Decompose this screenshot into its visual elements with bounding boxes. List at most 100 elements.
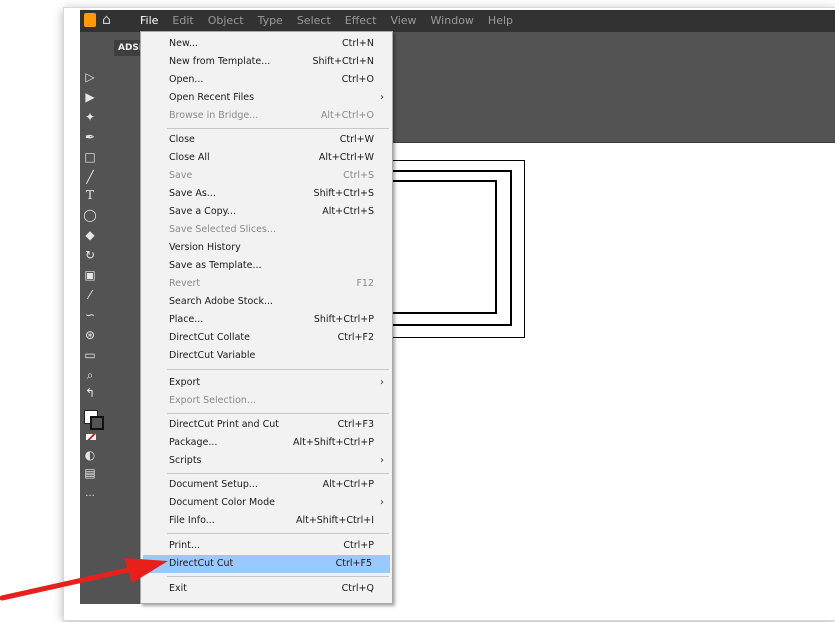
menu-item-search-adobe-stock[interactable]: Search Adobe Stock... [141, 293, 392, 311]
menu-item-scripts[interactable]: Scripts › [141, 452, 392, 470]
menu-item-label: DirectCut Cut [169, 558, 234, 569]
artboard-tool-icon[interactable]: ▭ [83, 348, 97, 362]
menu-item-label: Print... [169, 540, 200, 551]
menu-item-label: Browse in Bridge... [169, 110, 259, 121]
menu-item-label: Document Setup... [169, 479, 258, 490]
menu-item-label: New from Template... [169, 56, 271, 67]
menu-item-label: Open... [169, 74, 204, 85]
chevron-right-icon: › [380, 377, 384, 388]
menu-object[interactable]: Object [208, 14, 244, 27]
magic-wand-tool-icon[interactable]: ✦ [83, 110, 97, 124]
draw-mode-icon[interactable]: ◐ [83, 448, 97, 462]
menu-item-shortcut: Alt+Ctrl+W [318, 152, 374, 163]
menu-effect[interactable]: Effect [345, 14, 377, 27]
more-tools-icon[interactable]: ··· [83, 490, 97, 504]
menu-item-place[interactable]: Place... Shift+Ctrl+P [141, 311, 392, 329]
chevron-right-icon: › [380, 497, 384, 508]
menu-item-shortcut: Ctrl+F2 [337, 332, 374, 343]
rectangle-tool-icon[interactable]: □ [83, 150, 97, 164]
menu-separator [167, 473, 389, 474]
menu-item-shortcut: Ctrl+P [343, 540, 374, 551]
menu-item-label: New... [169, 38, 198, 49]
menu-separator [167, 369, 389, 370]
menu-item-label: Revert [169, 278, 201, 289]
menu-item-save-a-copy[interactable]: Save a Copy... Alt+Ctrl+S [141, 203, 392, 221]
symbol-sprayer-tool-icon[interactable]: ⊛ [83, 328, 97, 342]
none-color-icon[interactable] [86, 434, 96, 440]
file-menu: New... Ctrl+N New from Template... Shift… [140, 31, 393, 604]
menu-edit[interactable]: Edit [172, 14, 193, 27]
menu-item-label: Close [169, 134, 195, 145]
eyedropper-tool-icon[interactable]: ⁄ [83, 288, 97, 302]
shape-builder-tool-icon[interactable]: ▣ [83, 268, 97, 282]
rotate-tool-icon[interactable]: ↻ [83, 248, 97, 262]
menu-item-shortcut: Ctrl+F3 [337, 419, 374, 430]
menu-separator [167, 128, 389, 129]
direct-selection-tool-icon[interactable]: ▶ [83, 90, 97, 104]
menu-item-label: Open Recent Files [169, 92, 255, 103]
menu-item-new-from-template[interactable]: New from Template... Shift+Ctrl+N [141, 53, 392, 71]
chevron-right-icon: › [380, 92, 384, 103]
menu-view[interactable]: View [390, 14, 416, 27]
menu-item-shortcut: Shift+Ctrl+S [313, 188, 374, 199]
menu-item-label: Export Selection... [169, 395, 256, 406]
swap-colors-icon[interactable]: ↰ [83, 386, 97, 400]
menu-item-package[interactable]: Package... Alt+Shift+Ctrl+P [141, 434, 392, 452]
eraser-tool-icon[interactable]: ◆ [83, 228, 97, 242]
menu-item-new[interactable]: New... Ctrl+N [141, 35, 392, 53]
menu-file[interactable]: File [140, 14, 158, 27]
menu-item-label: Package... [169, 437, 218, 448]
menu-item-shortcut: Ctrl+W [339, 134, 374, 145]
menu-item-directcut-collate[interactable]: DirectCut Collate Ctrl+F2 [141, 329, 392, 347]
screen-mode-icon[interactable]: ▤ [83, 466, 97, 480]
menu-bar: ⌂ File Edit Object Type Select Effect Vi… [80, 10, 835, 32]
menu-item-browse-in-bridge: Browse in Bridge... Alt+Ctrl+O [141, 107, 392, 125]
menu-item-directcut-print-and-cut[interactable]: DirectCut Print and Cut Ctrl+F3 [141, 416, 392, 434]
menu-item-shortcut: Alt+Shift+Ctrl+P [293, 437, 374, 448]
menu-separator [167, 533, 389, 534]
shape-tool-icon[interactable]: ◯ [83, 208, 97, 222]
arrow-shaft [0, 566, 135, 601]
menu-separator [167, 576, 389, 577]
menu-item-version-history[interactable]: Version History [141, 239, 392, 257]
zoom-tool-icon[interactable]: ⌕ [83, 368, 97, 382]
pen-tool-icon[interactable]: ✒ [83, 130, 97, 144]
menu-item-save-as-template[interactable]: Save as Template... [141, 257, 392, 275]
menu-item-close-all[interactable]: Close All Alt+Ctrl+W [141, 149, 392, 167]
menu-select[interactable]: Select [297, 14, 331, 27]
menu-item-shortcut: F12 [356, 278, 374, 289]
menu-window[interactable]: Window [431, 14, 474, 27]
menu-item-label: DirectCut Variable [169, 350, 256, 361]
menu-item-print[interactable]: Print... Ctrl+P [141, 537, 392, 555]
menu-item-save-as[interactable]: Save As... Shift+Ctrl+S [141, 185, 392, 203]
menu-item-label: Save as Template... [169, 260, 262, 271]
menu-item-file-info[interactable]: File Info... Alt+Shift+Ctrl+I [141, 512, 392, 530]
menu-item-shortcut: Ctrl+S [343, 170, 374, 181]
menu-item-directcut-cut[interactable]: DirectCut Cut Ctrl+F5 [143, 555, 390, 573]
menu-help[interactable]: Help [488, 14, 513, 27]
menu-item-shortcut: Alt+Ctrl+O [320, 110, 374, 121]
home-icon[interactable]: ⌂ [102, 12, 111, 28]
menu-type[interactable]: Type [258, 14, 283, 27]
arrow-head [124, 558, 168, 583]
paintbrush-tool-icon[interactable]: ╱ [83, 170, 97, 184]
menu-item-open-recent-files[interactable]: Open Recent Files › [141, 89, 392, 107]
type-tool-icon[interactable]: T [83, 188, 97, 202]
stroke-color-swatch[interactable] [90, 416, 104, 430]
menu-item-export-selection: Export Selection... [141, 392, 392, 410]
selection-tool-icon[interactable]: ▷ [83, 70, 97, 84]
menu-item-label: Scripts [169, 455, 202, 466]
chevron-right-icon: › [380, 455, 384, 466]
menu-item-document-color-mode[interactable]: Document Color Mode › [141, 494, 392, 512]
menu-item-exit[interactable]: Exit Ctrl+Q [141, 580, 392, 598]
blend-tool-icon[interactable]: ∽ [83, 308, 97, 322]
menu-item-export[interactable]: Export › [141, 374, 392, 392]
menu-item-close[interactable]: Close Ctrl+W [141, 131, 392, 149]
menu-item-label: Version History [169, 242, 241, 253]
menu-item-shortcut: Ctrl+F5 [335, 558, 372, 569]
menu-item-document-setup[interactable]: Document Setup... Alt+Ctrl+P [141, 476, 392, 494]
menu-item-open[interactable]: Open... Ctrl+O [141, 71, 392, 89]
menu-item-label: DirectCut Collate [169, 332, 250, 343]
menu-item-directcut-variable[interactable]: DirectCut Variable [141, 347, 392, 365]
menu-item-shortcut: Ctrl+O [341, 74, 374, 85]
